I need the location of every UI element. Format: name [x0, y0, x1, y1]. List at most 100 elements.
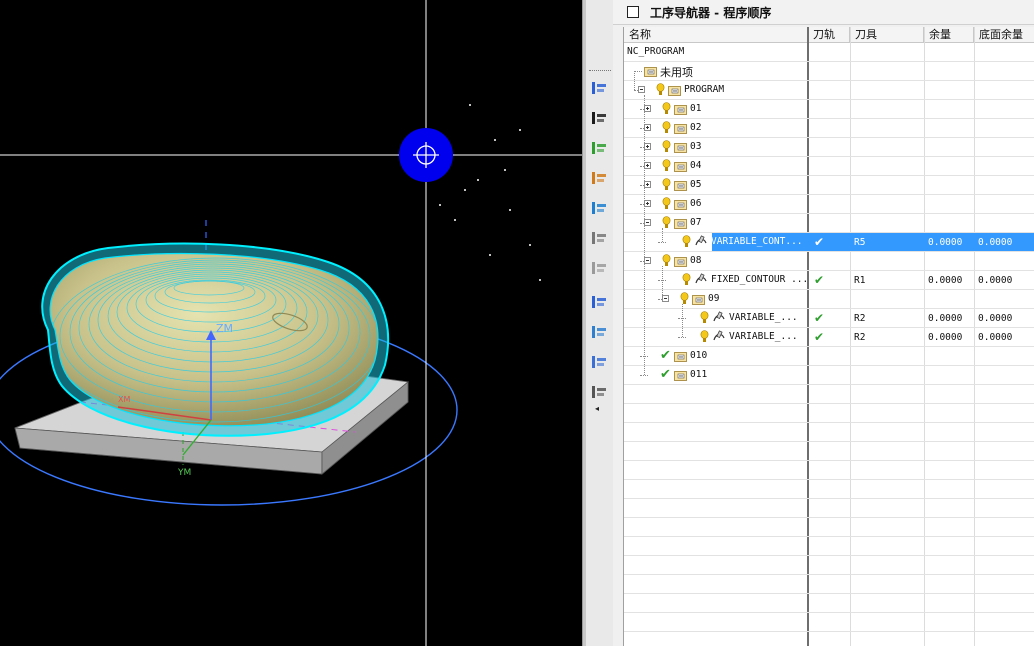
- column-header-stock[interactable]: 余量: [924, 27, 974, 43]
- program-group-icon: [674, 143, 687, 153]
- program-group-icon: [644, 67, 657, 77]
- navigator-title: 工序导航器 - 程序顺序: [650, 6, 772, 20]
- operation-row[interactable]: VARIABLE_... ✔ R2 0.0000 0.0000: [624, 328, 1034, 347]
- operation-row[interactable]: VARIABLE_... ✔ R2 0.0000 0.0000: [624, 309, 1034, 328]
- operation-row[interactable]: VARIABLE_CONT... ✔ R5 0.0000 0.0000: [624, 233, 1034, 252]
- column-header-floor-stock[interactable]: 底面余量: [974, 27, 1034, 43]
- expand-toggle-icon[interactable]: [644, 181, 651, 188]
- empty-row: [624, 480, 1034, 499]
- program-group-icon: [674, 219, 687, 229]
- program-group-icon: [674, 105, 687, 115]
- group-row[interactable]: 07: [624, 214, 1034, 233]
- status-bulb-icon: [662, 159, 671, 171]
- group-row[interactable]: 04: [624, 157, 1034, 176]
- program-group-icon: [674, 200, 687, 210]
- program-group-icon: [668, 86, 681, 96]
- navigator-grid[interactable]: 名称 刀轨 刀具 余量 底面余量 NC_PROGRAM 未用项 PROGRAM 01 0…: [623, 27, 1034, 646]
- axis-z-label: ZM: [216, 322, 233, 335]
- operation-navigator-icon[interactable]: [588, 78, 610, 98]
- program-group-icon: [674, 352, 687, 362]
- stock-value: 0.0000: [928, 275, 963, 286]
- stock-value: 0.0000: [928, 237, 963, 248]
- tree-node-label: 04: [690, 160, 702, 171]
- expand-toggle-icon[interactable]: [644, 124, 651, 131]
- empty-row: [624, 499, 1034, 518]
- group-row[interactable]: PROGRAM: [624, 81, 1034, 100]
- verify-icon[interactable]: [588, 138, 610, 158]
- tool-name: R2: [854, 313, 866, 324]
- shop-doc-icon[interactable]: [588, 352, 610, 372]
- tree-node-label: 010: [690, 350, 708, 361]
- toolpath-status-icon: ✔: [814, 330, 825, 344]
- tree-node-label: NC_PROGRAM: [627, 46, 685, 57]
- expand-toggle-icon[interactable]: [644, 105, 651, 112]
- tool-group-icon[interactable]: [588, 258, 610, 278]
- postprocess-icon[interactable]: [588, 168, 610, 188]
- tree-node-label: 01: [690, 103, 702, 114]
- expand-toggle-icon[interactable]: [644, 162, 651, 169]
- tree-node-label: 06: [690, 198, 702, 209]
- tree-node-label: 03: [690, 141, 702, 152]
- group-row[interactable]: 03: [624, 138, 1034, 157]
- navigator-title-bar: 工序导航器 - 程序顺序: [613, 0, 1034, 25]
- status-bulb-icon: [662, 121, 671, 133]
- contour-operation-icon: [695, 273, 707, 284]
- group-row[interactable]: ✔ 010: [624, 347, 1034, 366]
- column-header-tool[interactable]: 刀具: [850, 27, 924, 43]
- resource-bar-grip[interactable]: [589, 70, 611, 73]
- group-row[interactable]: 06: [624, 195, 1034, 214]
- simulate-icon[interactable]: [588, 322, 610, 342]
- collapse-toggle-icon[interactable]: [638, 86, 645, 93]
- contour-operation-icon: [695, 235, 707, 246]
- tool-list-icon[interactable]: [588, 228, 610, 248]
- tree-node-label: PROGRAM: [684, 84, 725, 95]
- empty-row: [624, 461, 1034, 480]
- report-icon[interactable]: [588, 382, 610, 402]
- column-header-path[interactable]: 刀轨: [808, 27, 850, 43]
- tree-node-label: 05: [690, 179, 702, 190]
- toolpath-status-icon: ✔: [814, 235, 825, 249]
- expand-toggle-icon[interactable]: [644, 143, 651, 150]
- expand-toggle-icon[interactable]: [644, 200, 651, 207]
- column-header-name[interactable]: 名称: [624, 27, 808, 43]
- empty-row: [624, 613, 1034, 632]
- tree-node-label: 011: [690, 369, 708, 380]
- status-bulb-icon: [662, 140, 671, 152]
- tree-node-label: 09: [708, 293, 720, 304]
- toolpath-check-icon[interactable]: [588, 198, 610, 218]
- collapse-toggle-icon[interactable]: [644, 219, 651, 226]
- machine-icon[interactable]: [588, 292, 610, 312]
- status-bulb-icon: [682, 235, 691, 247]
- status-bulb-icon: [662, 102, 671, 114]
- complete-check-icon: ✔: [660, 367, 671, 382]
- group-row[interactable]: 未用项: [624, 62, 1034, 81]
- program-icon[interactable]: [588, 108, 610, 128]
- collapse-toggle-icon[interactable]: [644, 257, 651, 264]
- status-bulb-icon: [662, 197, 671, 209]
- floor-stock-value: 0.0000: [978, 313, 1013, 324]
- collapse-toggle-icon[interactable]: [662, 295, 669, 302]
- group-row[interactable]: 08: [624, 252, 1034, 271]
- toolpath-status-icon: ✔: [814, 311, 825, 325]
- axis-x-label: XM: [118, 395, 130, 404]
- group-row[interactable]: NC_PROGRAM: [624, 43, 1034, 62]
- group-row[interactable]: 02: [624, 119, 1034, 138]
- resource-bar-expand-icon[interactable]: ◂: [595, 404, 599, 413]
- empty-row: [624, 594, 1034, 613]
- operation-name: VARIABLE_...: [729, 312, 798, 323]
- graphics-viewport[interactable]: ZM YM XM: [0, 0, 582, 646]
- operation-row[interactable]: FIXED_CONTOUR ... ✔ R1 0.0000 0.0000: [624, 271, 1034, 290]
- cursor-crosshair-icon: [399, 128, 453, 182]
- group-row[interactable]: 09: [624, 290, 1034, 309]
- operation-name: FIXED_CONTOUR ...: [711, 274, 809, 285]
- status-bulb-icon: [656, 83, 665, 95]
- tree-node-label: 未用项: [660, 66, 693, 79]
- group-row[interactable]: ✔ 011: [624, 366, 1034, 385]
- status-bulb-icon: [662, 216, 671, 228]
- pin-checkbox[interactable]: [627, 6, 639, 18]
- group-row[interactable]: 05: [624, 176, 1034, 195]
- group-row[interactable]: 01: [624, 100, 1034, 119]
- status-bulb-icon: [700, 311, 709, 323]
- floor-stock-value: 0.0000: [978, 332, 1013, 343]
- status-bulb-icon: [700, 330, 709, 342]
